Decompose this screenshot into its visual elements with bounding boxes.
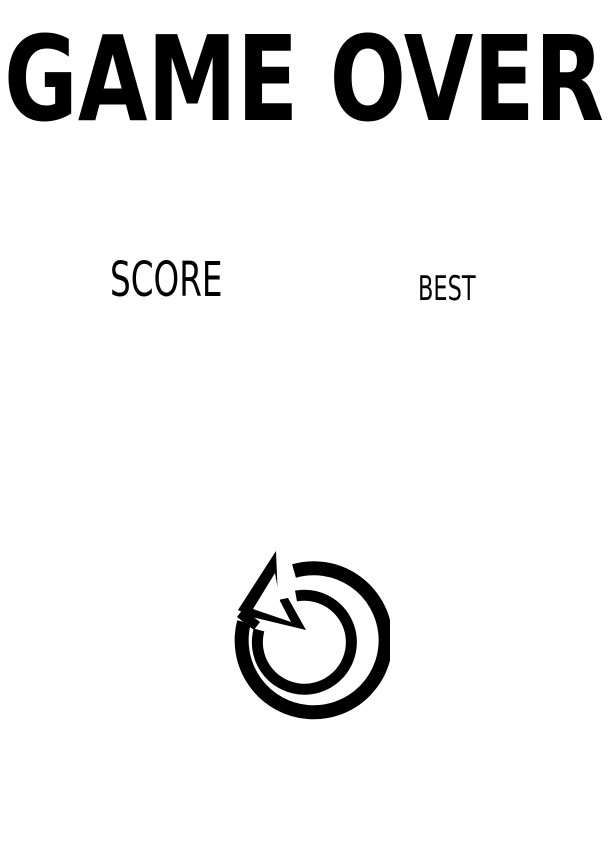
game-over-title-svg: GAME OVER [4, 10, 604, 130]
game-over-title: GAME OVER [4, 10, 604, 130]
score-label: SCORE [110, 252, 223, 308]
game-over-screen: GAME OVER SCORE BEST [0, 0, 608, 859]
replay-button[interactable] [222, 546, 390, 728]
replay-icon [234, 551, 390, 720]
game-over-title-wrap: GAME OVER [0, 6, 608, 130]
best-label: BEST [418, 269, 476, 309]
